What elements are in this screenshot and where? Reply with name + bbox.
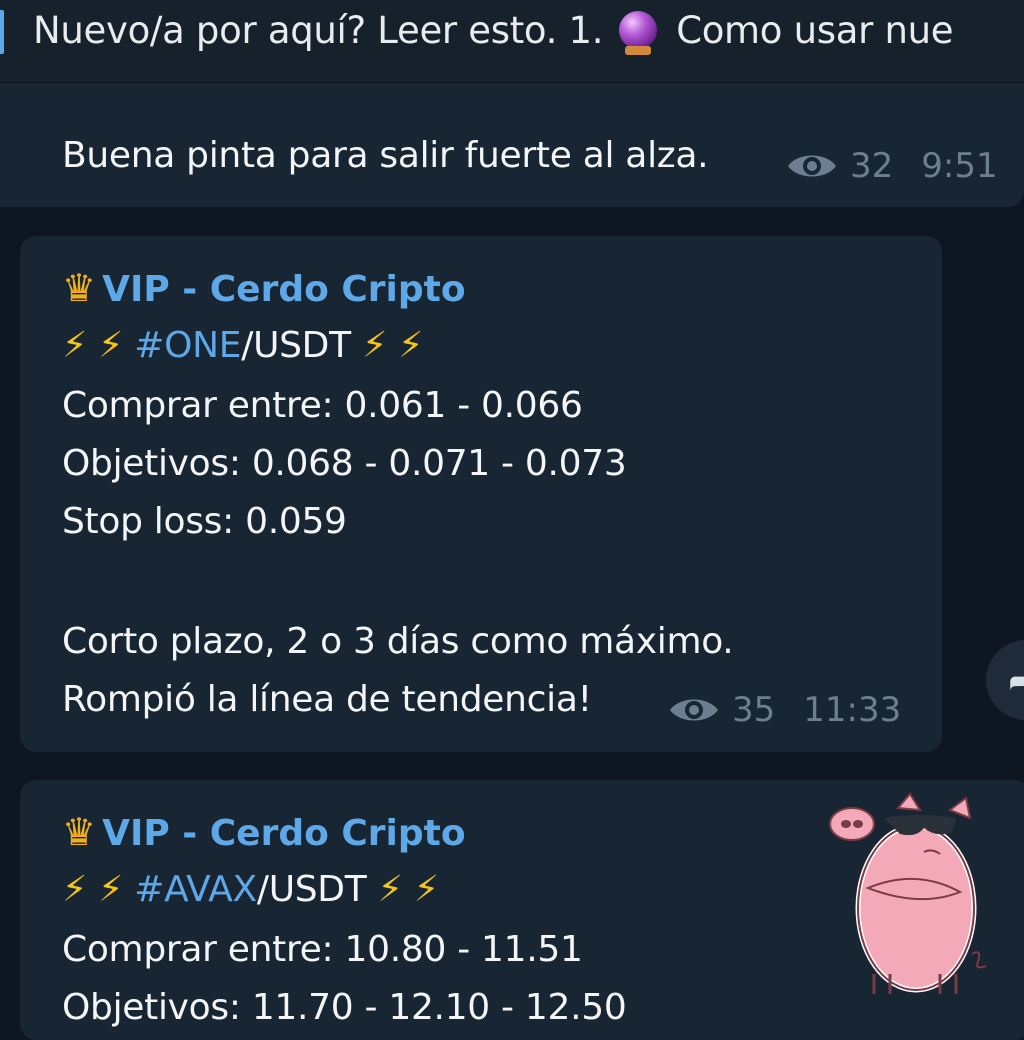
share-button[interactable]: ➦	[986, 640, 1024, 720]
message-meta: 35 11:33	[668, 690, 901, 730]
pinned-message-bar[interactable]: Nuevo/a por aquí? Leer esto. 1. Como usa…	[0, 0, 1024, 83]
pinned-message-text[interactable]: Nuevo/a por aquí? Leer esto. 1. Como usa…	[33, 8, 954, 55]
views-eye-icon	[670, 699, 718, 721]
sender-label: VIP - Cerdo Cripto	[102, 813, 466, 854]
crystal-ball-icon	[618, 11, 657, 55]
views-eye-icon	[788, 155, 836, 177]
message-meta: 32 9:51	[786, 146, 998, 186]
pair-line: ⚡ ⚡ #AVAX/USDT ⚡ ⚡	[62, 862, 439, 918]
sender-name[interactable]: ♛ VIP - Cerdo Cripto	[62, 260, 466, 318]
share-arrow-icon: ➦	[1008, 658, 1024, 704]
note-line: Rompió la línea de tendencia!	[62, 679, 592, 720]
crown-icon: ♛	[62, 266, 97, 310]
pinned-indicator	[0, 10, 4, 54]
message-text: Buena pinta para salir fuerte al alza.	[62, 135, 709, 176]
lightning-icon: ⚡ ⚡	[377, 869, 439, 910]
pair-suffix: /USDT	[256, 869, 367, 910]
hashtag-link[interactable]: #AVAX	[134, 869, 257, 910]
hashtag-link[interactable]: #ONE	[134, 325, 241, 366]
lightning-icon: ⚡ ⚡	[62, 325, 124, 366]
lightning-icon: ⚡ ⚡	[62, 869, 124, 910]
targets-line: Objetivos: 11.70 - 12.10 - 12.50	[62, 987, 627, 1028]
pinned-text-start: Nuevo/a por aquí? Leer esto. 1.	[33, 9, 604, 52]
crown-icon: ♛	[62, 810, 97, 854]
view-count: 32	[850, 146, 894, 186]
stop-loss-line: Stop loss: 0.059	[62, 501, 347, 542]
view-count: 35	[732, 690, 776, 730]
buy-range-line: Comprar entre: 0.061 - 0.066	[62, 385, 583, 426]
sender-name[interactable]: ♛ VIP - Cerdo Cripto	[62, 804, 466, 862]
cool-pig-sticker	[829, 792, 987, 994]
message-time: 11:33	[803, 690, 902, 730]
sender-label: VIP - Cerdo Cripto	[102, 269, 466, 310]
lightning-icon: ⚡ ⚡	[361, 325, 424, 366]
targets-line: Objetivos: 0.068 - 0.071 - 0.073	[62, 443, 627, 484]
pinned-text-end: Como usar nue	[676, 9, 954, 52]
buy-range-line: Comprar entre: 10.80 - 11.51	[62, 929, 583, 970]
pair-line: ⚡ ⚡ #ONE/USDT ⚡ ⚡	[62, 318, 423, 374]
message-time: 9:51	[921, 146, 998, 186]
pair-suffix: /USDT	[241, 325, 351, 366]
note-line: Corto plazo, 2 o 3 días como máximo.	[62, 621, 734, 662]
